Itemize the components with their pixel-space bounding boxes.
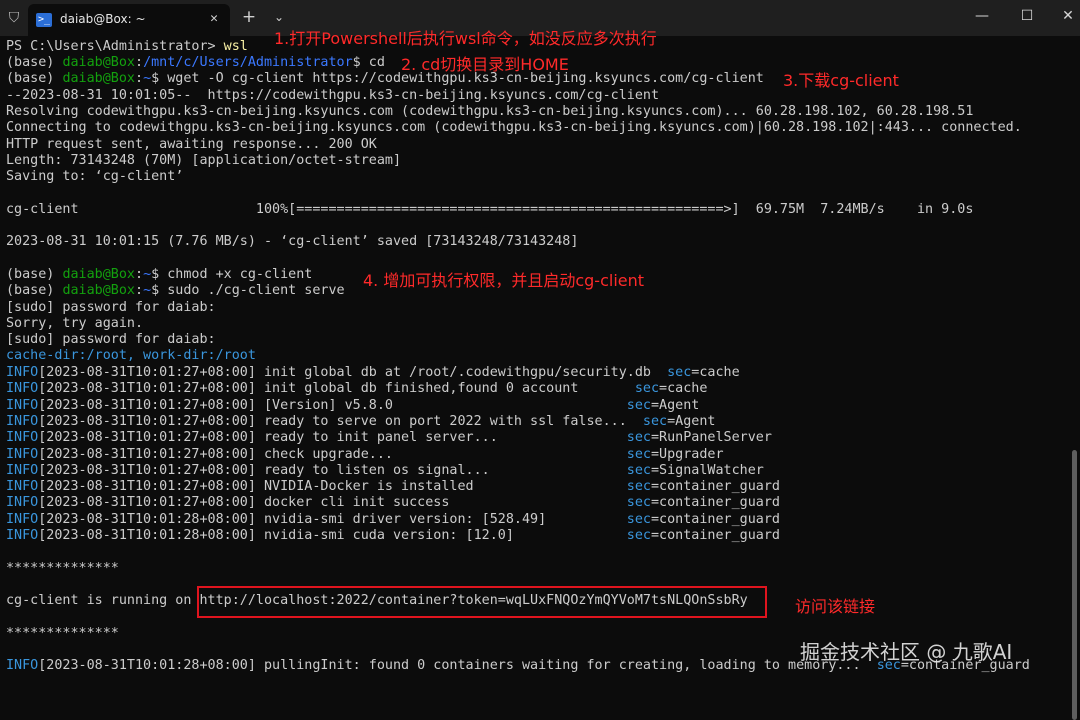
new-tab-button[interactable]: +: [240, 8, 258, 26]
log-line: INFO[2023-08-31T10:01:27+08:00] NVIDIA-D…: [6, 479, 780, 495]
close-window-button[interactable]: ✕: [1050, 4, 1080, 28]
terminal-line: HTTP request sent, awaiting response... …: [6, 137, 377, 152]
terminal-line: Connecting to codewithgpu.ks3-cn-beijing…: [6, 120, 1022, 135]
close-tab-icon[interactable]: ✕: [206, 10, 222, 28]
terminal-line: [sudo] password for daiab:: [6, 300, 216, 315]
log-line: INFO[2023-08-31T10:01:27+08:00] ready to…: [6, 430, 772, 446]
tab-title: daiab@Box: ~: [60, 12, 146, 26]
annotation-visit: 访问该链接: [795, 597, 876, 616]
terminal-line: **************: [6, 626, 119, 641]
log-line: INFO[2023-08-31T10:01:27+08:00] ready to…: [6, 462, 764, 478]
watermark: 掘金技术社区 @ 九歌AI: [800, 640, 1013, 664]
terminal-line: --2023-08-31 10:01:05-- https://codewith…: [6, 88, 660, 103]
scrollbar-thumb[interactable]: [1072, 450, 1077, 720]
chevron-down-icon[interactable]: ⌄: [270, 8, 288, 26]
log-line: INFO[2023-08-31T10:01:27+08:00] docker c…: [6, 495, 780, 511]
log-line: INFO[2023-08-31T10:01:28+08:00] nvidia-s…: [6, 528, 780, 543]
tab-terminal[interactable]: >_ daiab@Box: ~ ✕: [28, 4, 230, 36]
terminal-line: PS C:\Users\Administrator> wsl: [6, 39, 248, 54]
annotation-step1: 1.打开Powershell后执行wsl命令，如没反应多次执行: [274, 29, 657, 48]
terminal-line: (base) daiab@Box:~$ wget -O cg-client ht…: [6, 71, 764, 86]
log-line: INFO[2023-08-31T10:01:27+08:00] [Version…: [6, 397, 700, 413]
terminal-line: cache-dir:/root, work-dir:/root: [6, 348, 256, 363]
terminal-line: Sorry, try again.: [6, 316, 144, 331]
terminal-line: Length: 73143248 (70M) [application/octe…: [6, 153, 402, 168]
log-line: INFO[2023-08-31T10:01:27+08:00] init glo…: [6, 365, 740, 380]
terminal-line: **************: [6, 561, 119, 576]
shield-icon: ⛉: [8, 10, 20, 26]
terminal-line: (base) daiab@Box:~$ sudo ./cg-client ser…: [6, 283, 345, 298]
terminal-line: Saving to: ‘cg-client’: [6, 169, 184, 184]
minimize-button[interactable]: —: [964, 4, 1000, 28]
terminal-line: 2023-08-31 10:01:15 (7.76 MB/s) - ‘cg-cl…: [6, 234, 579, 249]
terminal-line: (base) daiab@Box:~$ chmod +x cg-client: [6, 267, 313, 282]
log-line: INFO[2023-08-31T10:01:27+08:00] check up…: [6, 446, 724, 462]
maximize-button[interactable]: ☐: [1009, 4, 1045, 28]
terminal-line: Resolving codewithgpu.ks3-cn-beijing.ksy…: [6, 104, 974, 119]
annotation-step2: 2. cd切换目录到HOME: [401, 55, 569, 74]
progress-line: cg-client 100%[=========================…: [6, 202, 974, 217]
log-line: INFO[2023-08-31T10:01:28+08:00] nvidia-s…: [6, 511, 780, 527]
terminal-line: (base) daiab@Box:/mnt/c/Users/Administra…: [6, 55, 385, 70]
terminal-line: [sudo] password for daiab:: [6, 332, 216, 347]
log-line: INFO[2023-08-31T10:01:27+08:00] ready to…: [6, 413, 716, 429]
terminal-icon: >_: [36, 13, 52, 27]
scrollbar[interactable]: [1068, 38, 1078, 720]
log-line: INFO[2023-08-31T10:01:27+08:00] init glo…: [6, 381, 708, 397]
annotation-step4: 4. 增加可执行权限，并且启动cg-client: [363, 271, 645, 290]
url-highlight-box: [197, 586, 767, 618]
annotation-step3: 3.下载cg-client: [783, 71, 899, 90]
